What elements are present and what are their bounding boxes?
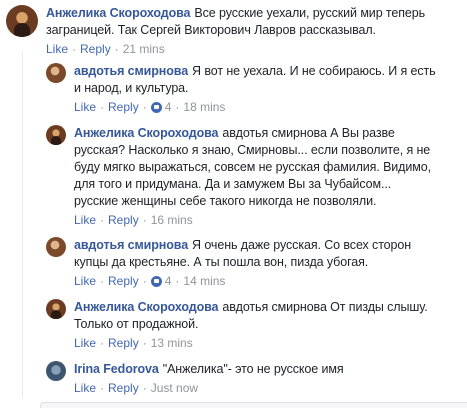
comment-actions: Like · Reply · 13 mins bbox=[74, 335, 428, 351]
avatar[interactable] bbox=[46, 299, 66, 319]
comment-body: Irina Fedorova "Анжелика"- это не русское… bbox=[74, 361, 344, 396]
separator: · bbox=[100, 100, 105, 114]
separator: · bbox=[100, 381, 105, 395]
comment-text: Irina Fedorova "Анжелика"- это не русское… bbox=[74, 361, 344, 378]
separator: · bbox=[72, 42, 77, 56]
separator: · bbox=[175, 274, 180, 288]
comment-actions: Like · Reply · 16 mins bbox=[74, 212, 431, 228]
avatar[interactable] bbox=[6, 5, 38, 37]
comment-text-line: заграницей. Так Сергей Викторович Лавров… bbox=[46, 23, 376, 37]
comment-actions: Like · Reply · Just now bbox=[74, 380, 344, 396]
comment-text-line: Я очень даже русская. Со всех сторон bbox=[192, 238, 412, 252]
reply-button[interactable]: Reply bbox=[108, 273, 139, 289]
comment-text-line: русская? Насколько я знаю, Смирновы... е… bbox=[74, 143, 431, 157]
reply-comment: Анжелика Скороходова авдотья смирнова А В… bbox=[46, 125, 431, 228]
like-button[interactable]: Like bbox=[46, 41, 68, 57]
comment-text-line: Только от продажной. bbox=[74, 317, 199, 331]
comment-author[interactable]: авдотья смирнова bbox=[74, 238, 188, 252]
like-button[interactable]: Like bbox=[74, 99, 96, 115]
timestamp[interactable]: 21 mins bbox=[123, 41, 165, 57]
comment-author[interactable]: Анжелика Скороходова bbox=[74, 126, 219, 140]
timestamp[interactable]: 16 mins bbox=[151, 212, 193, 228]
timestamp[interactable]: 14 mins bbox=[183, 273, 225, 289]
comment: Анжелика Скороходова Все русские уехали, … bbox=[6, 5, 425, 57]
comment-text: Анжелика Скороходова авдотья смирнова От … bbox=[74, 299, 428, 333]
comment-author[interactable]: авдотья смирнова bbox=[74, 64, 188, 78]
comment-author[interactable]: Irina Fedorova bbox=[74, 362, 159, 376]
timestamp[interactable]: Just now bbox=[151, 380, 198, 396]
separator: · bbox=[114, 42, 119, 56]
comment-text-line: купцы да крестьяне. А ты пошла вон, пизд… bbox=[74, 255, 369, 269]
comment-text-line: для того и придумана. Да и замужем Вы за… bbox=[74, 177, 392, 191]
comment-text-line: русские женщины себе такого никогда не п… bbox=[74, 194, 377, 208]
comment-body: авдотья смирнова Я вот не уехала. И не со… bbox=[74, 63, 436, 115]
comment-text-line: авдотья смирнова А Вы разве bbox=[222, 126, 395, 140]
comment-actions: Like · Reply · 4 · 14 mins bbox=[74, 273, 411, 289]
like-reaction-icon[interactable] bbox=[150, 275, 162, 287]
comment-actions: Like · Reply · 21 mins bbox=[46, 41, 425, 57]
separator: · bbox=[100, 213, 105, 227]
comment-author[interactable]: Анжелика Скороходова bbox=[74, 300, 219, 314]
comment-actions: Like · Reply · 4 · 18 mins bbox=[74, 99, 436, 115]
avatar[interactable] bbox=[46, 63, 66, 83]
comment-text: авдотья смирнова Я вот не уехала. И не со… bbox=[74, 63, 436, 97]
comment-author[interactable]: Анжелика Скороходова bbox=[46, 6, 191, 20]
avatar[interactable] bbox=[46, 361, 66, 381]
reply-button[interactable]: Reply bbox=[80, 41, 111, 57]
separator: · bbox=[142, 100, 147, 114]
separator: · bbox=[100, 274, 105, 288]
reply-button[interactable]: Reply bbox=[108, 335, 139, 351]
like-button[interactable]: Like bbox=[74, 273, 96, 289]
comment-text: Анжелика Скороходова авдотья смирнова А В… bbox=[74, 125, 431, 210]
separator: · bbox=[142, 336, 147, 350]
comment-text-line: авдотья смирнова От пизды слышу. bbox=[222, 300, 428, 314]
reaction-count[interactable]: 4 bbox=[165, 99, 172, 115]
comment-text-line: "Анжелика"- это не русское имя bbox=[162, 362, 344, 376]
like-button[interactable]: Like bbox=[74, 335, 96, 351]
like-button[interactable]: Like bbox=[74, 212, 96, 228]
comment-body: Анжелика Скороходова Все русские уехали, … bbox=[46, 5, 425, 57]
comment-text-line: Все русские уехали, русский мир теперь bbox=[194, 6, 426, 20]
reaction-count[interactable]: 4 bbox=[165, 273, 172, 289]
separator: · bbox=[175, 100, 180, 114]
comment-body: авдотья смирнова Я очень даже русская. Со… bbox=[74, 237, 411, 289]
avatar[interactable] bbox=[46, 237, 66, 257]
timestamp[interactable]: 18 mins bbox=[183, 99, 225, 115]
reply-comment: Irina Fedorova "Анжелика"- это не русское… bbox=[46, 361, 344, 396]
comment-text-line: буду мягко выражаться, совсем не русская… bbox=[74, 160, 431, 174]
comment-text: авдотья смирнова Я очень даже русская. Со… bbox=[74, 237, 411, 271]
timestamp[interactable]: 13 mins bbox=[151, 335, 193, 351]
comment-body: Анжелика Скороходова авдотья смирнова От … bbox=[74, 299, 428, 351]
reply-button[interactable]: Reply bbox=[108, 99, 139, 115]
like-reaction-icon[interactable] bbox=[150, 101, 162, 113]
reply-button[interactable]: Reply bbox=[108, 212, 139, 228]
comment-text-line: и народ, и культура. bbox=[74, 81, 189, 95]
reply-comment: авдотья смирнова Я очень даже русская. Со… bbox=[46, 237, 411, 289]
reply-input-edge[interactable] bbox=[40, 402, 467, 408]
separator: · bbox=[100, 336, 105, 350]
comment-thread: Анжелика Скороходова Все русские уехали, … bbox=[0, 0, 467, 408]
reply-thread-line bbox=[22, 52, 23, 398]
like-button[interactable]: Like bbox=[74, 380, 96, 396]
comment-body: Анжелика Скороходова авдотья смирнова А В… bbox=[74, 125, 431, 228]
reply-button[interactable]: Reply bbox=[108, 380, 139, 396]
comment-text: Анжелика Скороходова Все русские уехали, … bbox=[46, 5, 425, 39]
comment-text-line: Я вот не уехала. И не собираюсь. И я ест… bbox=[192, 64, 436, 78]
reply-comment: авдотья смирнова Я вот не уехала. И не со… bbox=[46, 63, 436, 115]
reply-comment: Анжелика Скороходова авдотья смирнова От … bbox=[46, 299, 428, 351]
separator: · bbox=[142, 274, 147, 288]
separator: · bbox=[142, 213, 147, 227]
avatar[interactable] bbox=[46, 125, 66, 145]
separator: · bbox=[142, 381, 147, 395]
